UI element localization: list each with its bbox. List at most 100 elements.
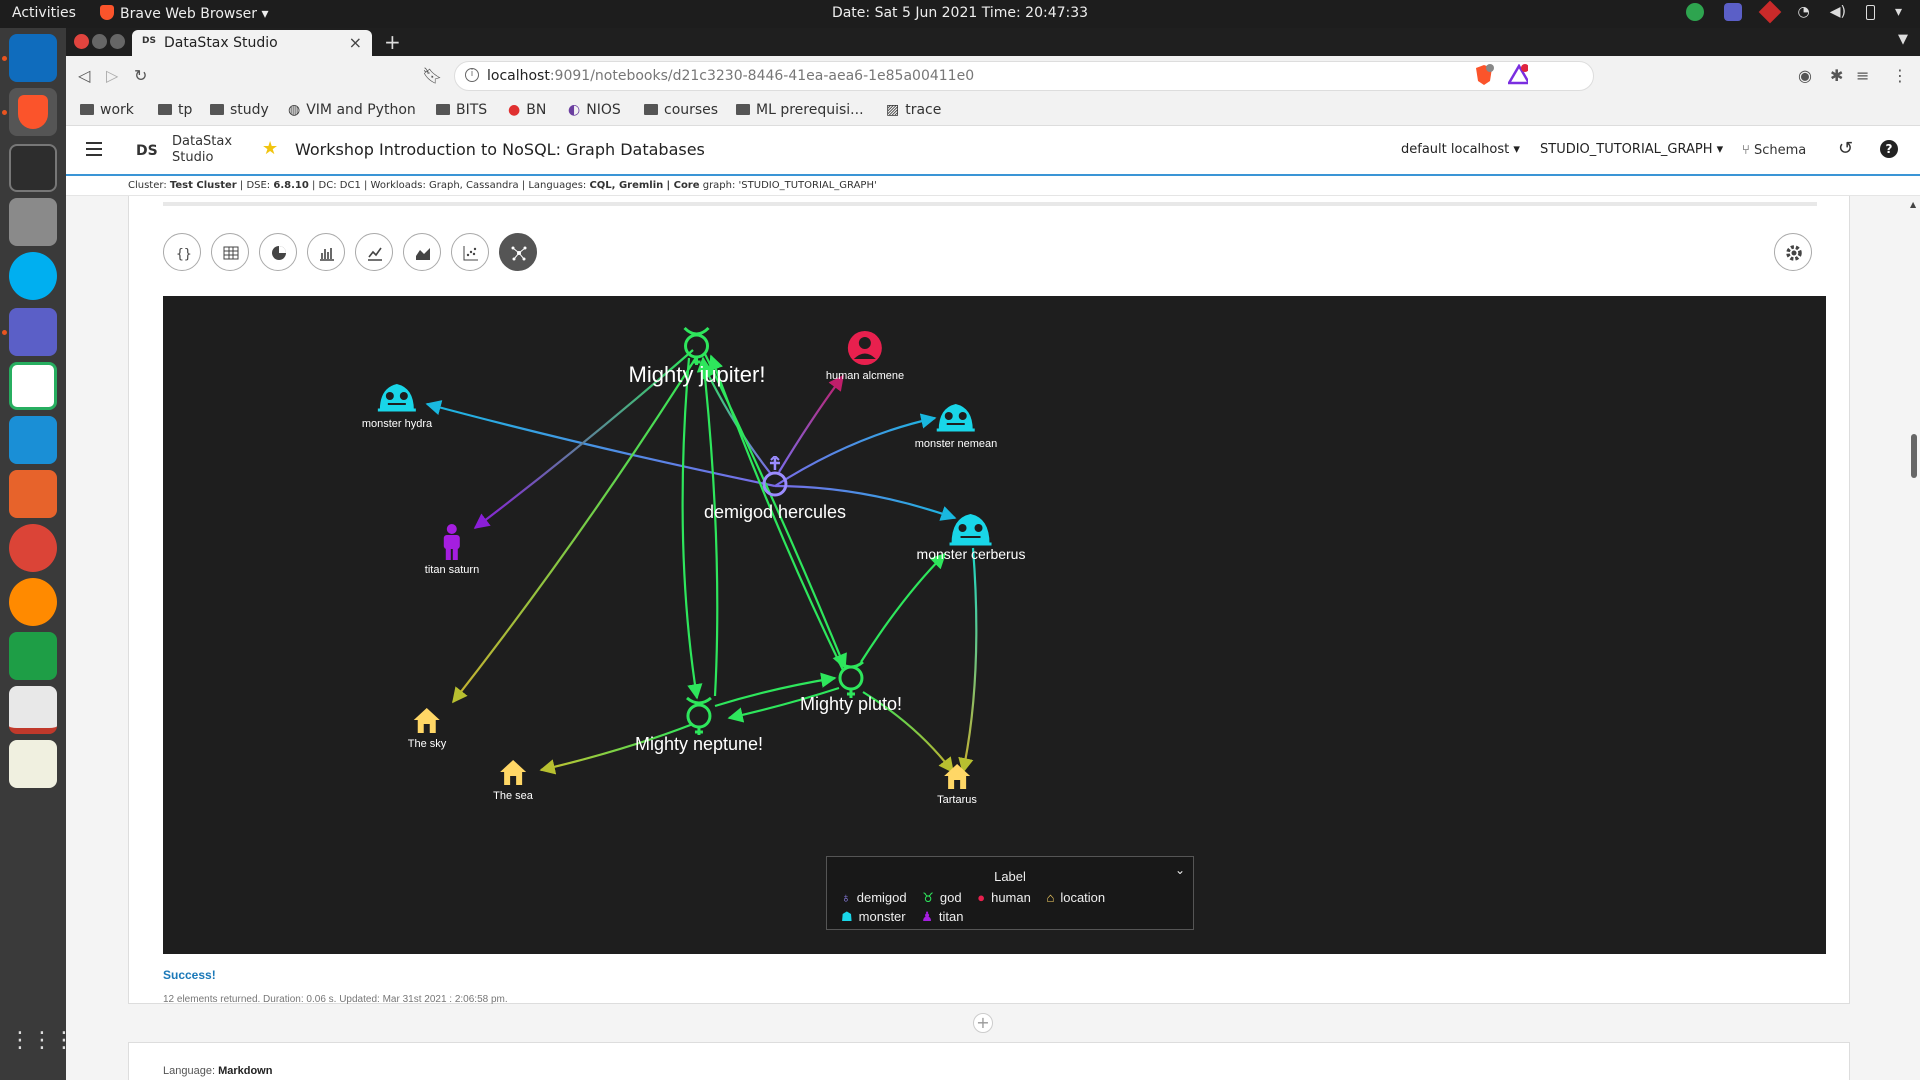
tray-app-icon[interactable] bbox=[1758, 0, 1781, 24]
brave-shields-icon[interactable] bbox=[1474, 64, 1494, 86]
node-alcmene[interactable]: human alcmene bbox=[826, 330, 904, 382]
outlook-icon[interactable] bbox=[9, 34, 57, 82]
add-cell-button[interactable]: + bbox=[973, 1013, 993, 1033]
files-archive-icon[interactable] bbox=[9, 198, 57, 246]
scatter-chart-button[interactable] bbox=[451, 233, 489, 271]
spreadsheet-icon[interactable] bbox=[9, 632, 57, 680]
legend-item-monster: ☗ monster bbox=[841, 909, 912, 924]
app-icon[interactable] bbox=[9, 362, 57, 410]
node-label: Mighty pluto! bbox=[799, 694, 903, 714]
graph-legend[interactable]: Label ⌄ ♁ demigod ♉︎ god ● human ⌂ location … bbox=[826, 856, 1194, 930]
connection-select[interactable]: default localhost ▾ bbox=[1401, 142, 1520, 157]
address-bar[interactable]: i localhost:9091/notebooks/d21c3230-8446… bbox=[454, 61, 1594, 91]
new-tab-button[interactable]: + bbox=[384, 30, 401, 54]
pdf-icon[interactable] bbox=[9, 686, 57, 734]
profile-icon[interactable]: ◉ bbox=[1798, 66, 1812, 85]
site-info-icon[interactable]: i bbox=[465, 68, 479, 82]
teams-icon[interactable] bbox=[1723, 3, 1742, 21]
tab-datastax-studio[interactable]: DS DataStax Studio × bbox=[132, 30, 372, 56]
bookmark-bn[interactable]: ● BN bbox=[508, 102, 546, 118]
bookmark-folder-work[interactable]: work bbox=[80, 102, 134, 118]
node-saturn[interactable]: titan saturn bbox=[425, 524, 479, 576]
firefox-icon[interactable] bbox=[9, 578, 57, 626]
graph-visualization[interactable]: Mighty jupiter! human alcmene monster hy… bbox=[163, 296, 1826, 954]
node-sky[interactable]: The sky bbox=[408, 706, 446, 750]
chrome-icon[interactable] bbox=[9, 524, 57, 572]
brave-icon[interactable] bbox=[9, 88, 57, 136]
clock[interactable]: Date: Sat 5 Jun 2021 Time: 20:47:33 bbox=[0, 5, 1920, 21]
brave-rewards-icon[interactable] bbox=[1508, 64, 1528, 86]
next-notebook-cell[interactable]: Language: Markdown bbox=[128, 1042, 1850, 1080]
settings-gear-icon[interactable] bbox=[1774, 233, 1812, 271]
core-graph: graph: 'STUDIO_TUTORIAL_GRAPH' bbox=[702, 180, 877, 191]
notebook-title[interactable]: Workshop Introduction to NoSQL: Graph Da… bbox=[295, 140, 705, 159]
bookmark-trace[interactable]: ▨ trace bbox=[886, 102, 941, 118]
bookmark-icon[interactable]: 🔖︎ bbox=[422, 66, 442, 85]
json-view-button[interactable]: {} bbox=[163, 233, 201, 271]
studio-logo[interactable]: DS bbox=[136, 143, 158, 159]
node-sea[interactable]: The sea bbox=[493, 758, 533, 802]
bookmark-vim-python[interactable]: ◍ VIM and Python bbox=[288, 102, 416, 118]
forward-icon[interactable]: ▷ bbox=[106, 66, 118, 85]
graph-select[interactable]: STUDIO_TUTORIAL_GRAPH ▾ bbox=[1540, 142, 1723, 157]
table-view-button[interactable] bbox=[211, 233, 249, 271]
skype-icon[interactable] bbox=[9, 252, 57, 300]
history-icon[interactable]: ↺ bbox=[1838, 138, 1853, 159]
node-tartarus[interactable]: Tartarus bbox=[937, 762, 977, 806]
bookmark-label: courses bbox=[664, 102, 719, 118]
line-chart-button[interactable] bbox=[355, 233, 393, 271]
pie-chart-button[interactable] bbox=[259, 233, 297, 271]
bookmark-label: study bbox=[230, 102, 269, 118]
node-pluto[interactable]: Mighty pluto! bbox=[800, 660, 902, 715]
node-jupiter[interactable]: Mighty jupiter! bbox=[629, 324, 765, 388]
bookmark-folder-ml[interactable]: ML prerequisi... bbox=[736, 102, 864, 118]
system-tray[interactable]: ◔ ◀) ▾ bbox=[1685, 0, 1902, 24]
bar-chart-button[interactable] bbox=[307, 233, 345, 271]
favorite-star-icon[interactable]: ★ bbox=[262, 138, 278, 159]
chevron-down-icon[interactable]: ⌄ bbox=[1175, 863, 1185, 877]
language-value[interactable]: Markdown bbox=[218, 1065, 272, 1077]
battery-icon[interactable] bbox=[1865, 4, 1875, 20]
minimize-window-button[interactable] bbox=[92, 34, 107, 49]
bookmark-folder-courses[interactable]: courses bbox=[644, 102, 718, 118]
tab-search-icon[interactable]: ▼ bbox=[1898, 32, 1908, 47]
menu-icon[interactable]: ⋮ bbox=[1892, 66, 1908, 85]
schema-button[interactable]: ⑂ Schema bbox=[1742, 143, 1806, 158]
teams-icon[interactable] bbox=[9, 308, 57, 356]
node-neptune[interactable]: Mighty neptune! bbox=[635, 696, 763, 755]
node-hydra[interactable]: monster hydra bbox=[362, 378, 432, 430]
hamburger-menu-icon[interactable] bbox=[86, 142, 102, 160]
volume-icon[interactable]: ◀) bbox=[1830, 4, 1846, 20]
maximize-window-button[interactable] bbox=[110, 34, 125, 49]
graph-view-button[interactable] bbox=[499, 233, 537, 271]
close-tab-icon[interactable]: × bbox=[349, 33, 362, 52]
legend-label: god bbox=[939, 890, 962, 905]
monster-icon bbox=[950, 514, 992, 546]
terminal-icon[interactable] bbox=[9, 144, 57, 192]
close-window-button[interactable] bbox=[74, 34, 89, 49]
page-scrollbar[interactable]: ▲ bbox=[1908, 196, 1920, 1080]
reading-list-icon[interactable]: ≡ bbox=[1856, 66, 1869, 85]
node-nemean[interactable]: monster nemean bbox=[915, 398, 997, 450]
files-icon[interactable] bbox=[9, 470, 57, 518]
scroll-up-icon[interactable]: ▲ bbox=[1910, 200, 1916, 209]
check-icon[interactable] bbox=[1685, 3, 1704, 21]
bookmark-folder-tp[interactable]: tp bbox=[158, 102, 192, 118]
scrollbar-thumb[interactable] bbox=[1911, 434, 1917, 478]
help-icon[interactable]: ? bbox=[1880, 140, 1898, 158]
dock: ⋮⋮⋮ bbox=[0, 28, 75, 1080]
area-chart-button[interactable] bbox=[403, 233, 441, 271]
bookmark-nios[interactable]: ◐ NIOS bbox=[568, 102, 621, 118]
bookmark-folder-bits[interactable]: BITS bbox=[436, 102, 487, 118]
show-applications-icon[interactable]: ⋮⋮⋮ bbox=[9, 1018, 75, 1066]
extensions-icon[interactable]: ✱ bbox=[1830, 66, 1843, 85]
bookmark-folder-study[interactable]: study bbox=[210, 102, 269, 118]
back-icon[interactable]: ◁ bbox=[78, 66, 90, 85]
wifi-icon[interactable]: ◔ bbox=[1798, 4, 1810, 20]
power-menu-icon[interactable]: ▾ bbox=[1895, 4, 1902, 20]
virtualbox-icon[interactable] bbox=[9, 416, 57, 464]
node-hercules[interactable]: demigod hercules bbox=[704, 454, 846, 523]
reload-icon[interactable]: ↻ bbox=[134, 66, 147, 85]
node-cerberus[interactable]: monster cerberus bbox=[917, 508, 1025, 562]
text-editor-icon[interactable] bbox=[9, 740, 57, 788]
